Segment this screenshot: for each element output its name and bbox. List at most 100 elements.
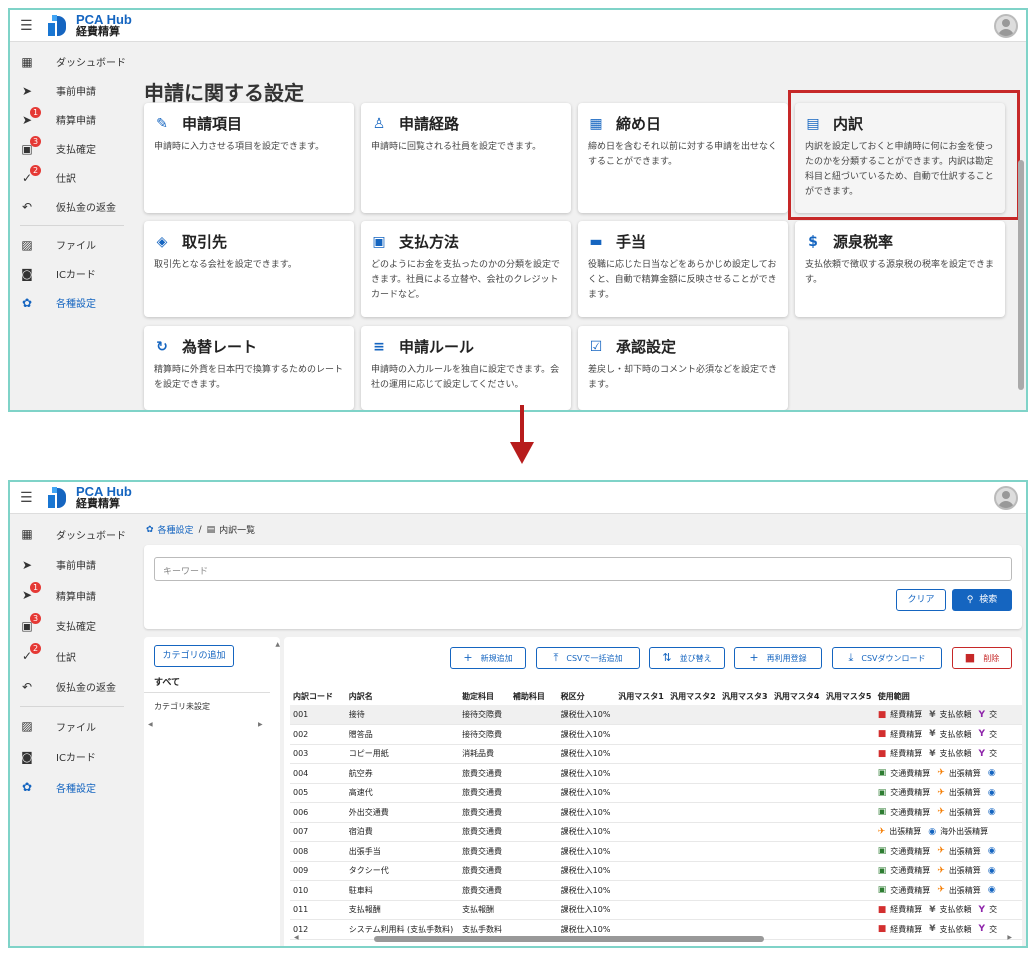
cell-master bbox=[667, 802, 720, 823]
table-row[interactable]: 003 コピー用紙 消耗品費 課税仕入10% ■ 経費精算 ¥ 支払依頼 Y 交 bbox=[290, 744, 1022, 764]
sidebar-item-payment[interactable]: ▣ 3 支払確定 bbox=[10, 611, 134, 642]
scroll-right-icon[interactable]: ▶ bbox=[1007, 934, 1012, 941]
undo-icon: ↶ bbox=[21, 679, 33, 694]
usage-tag: ◉ bbox=[988, 885, 1000, 895]
settings-card-calendar[interactable]: ▦ 締め日 締め日を含むそれ以前に対する申請を出せなくすることができます。 bbox=[578, 103, 788, 213]
train-icon: ▣ bbox=[877, 787, 887, 798]
table-row[interactable]: 004 航空券 旅費交通費 課税仕入10% ▣ 交通費精算 ✈ 出張精算 ◉ bbox=[290, 763, 1022, 784]
table-row[interactable]: 008 出張手当 旅費交通費 課税仕入10% ▣ 交通費精算 ✈ 出張精算 ◉ bbox=[290, 841, 1022, 862]
csv-download-button[interactable]: ⤓ CSVダウンロード bbox=[832, 647, 942, 669]
usage-tag: ■ 経費精算 bbox=[878, 924, 923, 935]
breadcrumb-settings-link[interactable]: 各種設定 bbox=[158, 523, 194, 536]
sidebar-item-check[interactable]: ✓ 2 仕訳 bbox=[10, 163, 134, 192]
settings-card-rule[interactable]: ≡ 申請ルール 申請時の入力ルールを独自に設定できます。会社の運用に応じて設定してく… bbox=[361, 326, 571, 410]
scroll-left-icon[interactable]: ◀ bbox=[148, 721, 153, 728]
sidebar-item-label: ファイル bbox=[56, 722, 96, 734]
settings-card-pencil[interactable]: ✎ 申請項目 申請時に入力させる項目を設定できます。 bbox=[144, 103, 354, 213]
horizontal-scrollbar[interactable]: ◀ ▶ bbox=[294, 934, 1012, 942]
table-row[interactable]: 007 宿泊費 旅費交通費 課税仕入10% ✈ 出張精算 ◉ 海外出張精算 bbox=[290, 822, 1022, 842]
add-category-button[interactable]: カテゴリの追加 bbox=[154, 645, 234, 667]
usage-label: 経費精算 bbox=[890, 749, 923, 759]
sidebar-item-send-clock[interactable]: ➤ 事前申請 bbox=[10, 550, 134, 581]
notification-badge: 3 bbox=[30, 612, 41, 624]
scroll-up-icon[interactable]: ▲ bbox=[275, 641, 280, 648]
csv-import-button[interactable]: ⤒ CSVで一括追加 bbox=[536, 647, 640, 669]
sidebar-item-send[interactable]: ➤ 1 精算申請 bbox=[10, 580, 134, 611]
settings-card-bed[interactable]: ▬ 手当 役職に応じた日当などをあらかじめ設定しておくと、自動で精算金額に反映させる… bbox=[578, 221, 788, 317]
keyword-input[interactable]: キーワード bbox=[154, 557, 1012, 581]
cell-master bbox=[615, 900, 668, 920]
settings-card-exchange[interactable]: ↻ 為替レート 精算時に外貨を日本円で換算するためのレートを設定できます。 bbox=[144, 326, 354, 410]
table-row[interactable]: 011 支払報酬 支払報酬 課税仕入10% ■ 経費精算 ¥ 支払依頼 Y 交 bbox=[290, 900, 1022, 920]
usage-label: 交通費精算 bbox=[890, 768, 931, 778]
sidebar-item-label: ファイル bbox=[56, 241, 96, 252]
dashboard-icon: ▦ bbox=[21, 527, 33, 542]
settings-card-person-route[interactable]: ♙ 申請経路 申請時に回覧される社員を設定できます。 bbox=[361, 103, 571, 213]
sidebar-item-card[interactable]: ◙ ICカード bbox=[10, 742, 134, 773]
sidebar-item-gear[interactable]: ✿ 各種設定 bbox=[10, 772, 134, 803]
sidebar-item-undo[interactable]: ↶ 仮払金の返金 bbox=[10, 192, 134, 221]
handshake-icon: ◈ bbox=[156, 233, 168, 250]
table-row[interactable]: 005 高速代 旅費交通費 課税仕入10% ▣ 交通費精算 ✈ 出張精算 ◉ bbox=[290, 783, 1022, 803]
dashboard-icon: ▦ bbox=[21, 54, 33, 69]
calendar-icon: ▦ bbox=[589, 115, 603, 132]
person-route-icon: ♙ bbox=[372, 115, 386, 132]
usage-label: 出張精算 bbox=[948, 807, 981, 817]
sidebar-item-undo[interactable]: ↶ 仮払金の返金 bbox=[10, 672, 134, 703]
scroll-right-icon[interactable]: ▶ bbox=[258, 721, 263, 728]
category-all[interactable]: すべて bbox=[154, 675, 180, 688]
table-row[interactable]: 009 タクシー代 旅費交通費 課税仕入10% ▣ 交通費精算 ✈ 出張精算 ◉ bbox=[290, 861, 1022, 881]
reuse-button[interactable]: + 再利用登録 bbox=[734, 647, 822, 669]
cell-master bbox=[719, 705, 771, 725]
scroll-left-icon[interactable]: ◀ bbox=[294, 934, 299, 941]
avatar[interactable] bbox=[994, 14, 1018, 38]
scrollbar-thumb[interactable] bbox=[374, 936, 764, 942]
settings-card-approval[interactable]: ☑ 承認設定 差戻し・却下時のコメント必須などを設定できます。 bbox=[578, 326, 788, 410]
notification-badge: 1 bbox=[30, 106, 41, 118]
sidebar-item-payment[interactable]: ▣ 3 支払確定 bbox=[10, 134, 134, 163]
table-row[interactable]: 002 贈答品 接待交際費 課税仕入10% ■ 経費精算 ¥ 支払依頼 Y 交 bbox=[290, 724, 1022, 745]
sidebar-item-send-clock[interactable]: ➤ 事前申請 bbox=[10, 76, 134, 105]
table-row[interactable]: 006 外出交通費 旅費交通費 課税仕入10% ▣ 交通費精算 ✈ 出張精算 ◉ bbox=[290, 802, 1022, 823]
cell-master bbox=[770, 724, 823, 745]
cell-master bbox=[719, 783, 771, 803]
table-row[interactable]: 001 接待 接待交際費 課税仕入10% ■ 経費精算 ¥ 支払依頼 Y 交 bbox=[290, 705, 1022, 725]
sort-button[interactable]: ⇅ 並び替え bbox=[649, 647, 725, 669]
card-description: 役職に応じた日当などをあらかじめ設定しておくと、自動で精算金額に反映させることが… bbox=[588, 260, 777, 300]
sidebar-item-send[interactable]: ➤ 1 精算申請 bbox=[10, 105, 134, 134]
card-icon: ◙ bbox=[21, 749, 33, 764]
table-row[interactable]: 010 駐車料 旅費交通費 課税仕入10% ▣ 交通費精算 ✈ 出張精算 ◉ bbox=[290, 880, 1022, 901]
sidebar-item-image[interactable]: ▨ ファイル bbox=[10, 711, 134, 742]
sidebar-item-dashboard[interactable]: ▦ ダッシュボード bbox=[10, 47, 134, 76]
app-logo[interactable]: PCA Hub 経費精算 bbox=[48, 13, 132, 38]
usage-tag: ◉ bbox=[988, 866, 1000, 876]
cell-master bbox=[770, 705, 823, 725]
vertical-scrollbar[interactable] bbox=[1018, 160, 1024, 390]
sidebar-item-image[interactable]: ▨ ファイル bbox=[10, 230, 134, 259]
cell-master bbox=[667, 841, 720, 862]
clear-button[interactable]: クリア bbox=[896, 589, 946, 611]
app-logo[interactable]: PCA Hub 経費精算 bbox=[48, 485, 132, 510]
settings-card-handshake[interactable]: ◈ 取引先 取引先となる会社を設定できます。 bbox=[144, 221, 354, 317]
settings-card-payment-method[interactable]: ▣ 支払方法 どのようにお金を支払ったのかの分類を設定できます。社員による立替や、会… bbox=[361, 221, 571, 317]
sidebar-item-check[interactable]: ✓ 2 仕訳 bbox=[10, 641, 134, 672]
settings-card-dollar[interactable]: $ 源泉税率 支払依頼で徴収する源泉税の税率を設定できます。 bbox=[795, 221, 1005, 317]
menu-icon[interactable]: ☰ bbox=[20, 18, 42, 34]
usage-tag: ◉ bbox=[988, 788, 1000, 798]
search-button[interactable]: ⚲ 検索 bbox=[952, 589, 1012, 611]
sidebar-item-dashboard[interactable]: ▦ ダッシュボード bbox=[10, 519, 134, 550]
card-title: 手当 bbox=[616, 233, 647, 251]
usage-tag: ✈ 出張精算 bbox=[937, 865, 981, 876]
menu-icon[interactable]: ☰ bbox=[20, 490, 42, 506]
delete-button[interactable]: ■ 削除 bbox=[952, 647, 1012, 669]
sidebar-item-card[interactable]: ◙ ICカード bbox=[10, 259, 134, 288]
cell-master bbox=[770, 744, 823, 764]
cell-name: 高速代 bbox=[345, 783, 460, 803]
cell-master bbox=[667, 880, 720, 901]
avatar[interactable] bbox=[994, 486, 1018, 510]
sidebar-item-gear[interactable]: ✿ 各種設定 bbox=[10, 288, 134, 317]
cell-master bbox=[822, 880, 875, 901]
usage-tag: ¥ 支払依頼 bbox=[929, 748, 971, 759]
new-button[interactable]: + 新規追加 bbox=[450, 647, 526, 669]
category-unset[interactable]: カテゴリ未設定 bbox=[154, 701, 210, 712]
